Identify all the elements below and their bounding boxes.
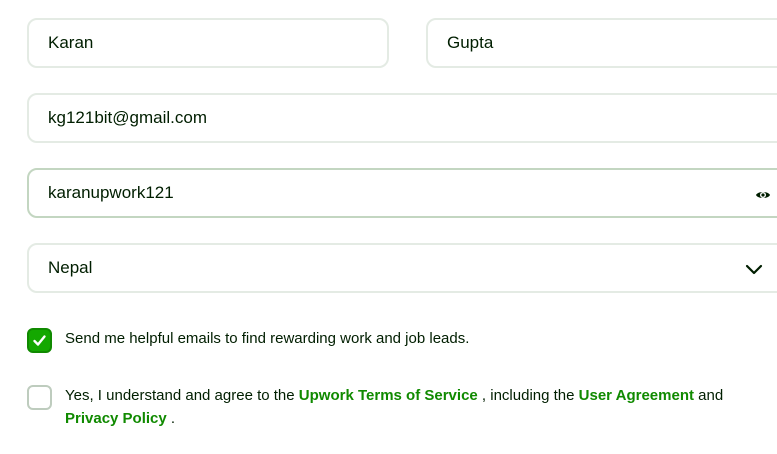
terms-text-1: Yes, I understand and agree to the (65, 387, 299, 404)
privacy-policy-link[interactable]: Privacy Policy (65, 410, 167, 427)
checkmark-icon (33, 335, 46, 346)
email-field[interactable] (27, 93, 777, 143)
first-name-input[interactable] (48, 33, 368, 53)
terms-text-3: and (693, 387, 724, 404)
first-name-field[interactable] (27, 18, 389, 68)
email-input[interactable] (48, 108, 776, 128)
country-select[interactable]: Nepal (27, 243, 777, 293)
terms-checkbox[interactable] (27, 385, 52, 410)
terms-of-service-link[interactable]: Upwork Terms of Service (299, 387, 478, 404)
emails-checkbox[interactable] (27, 328, 52, 353)
chevron-down-icon[interactable] (745, 264, 763, 276)
last-name-input[interactable] (447, 33, 775, 53)
password-input[interactable] (48, 183, 776, 203)
user-agreement-link[interactable]: User Agreement (579, 387, 694, 404)
terms-text-4: . (166, 410, 176, 427)
terms-text-2: , including the (477, 387, 579, 404)
eye-icon[interactable] (755, 187, 771, 203)
emails-consent-label: Send me helpful emails to find rewarding… (65, 330, 470, 347)
last-name-field[interactable] (426, 18, 777, 68)
password-field[interactable] (27, 168, 777, 218)
terms-consent-label: Yes, I understand and agree to the Upwor… (65, 384, 765, 430)
country-selected-value: Nepal (48, 258, 93, 277)
